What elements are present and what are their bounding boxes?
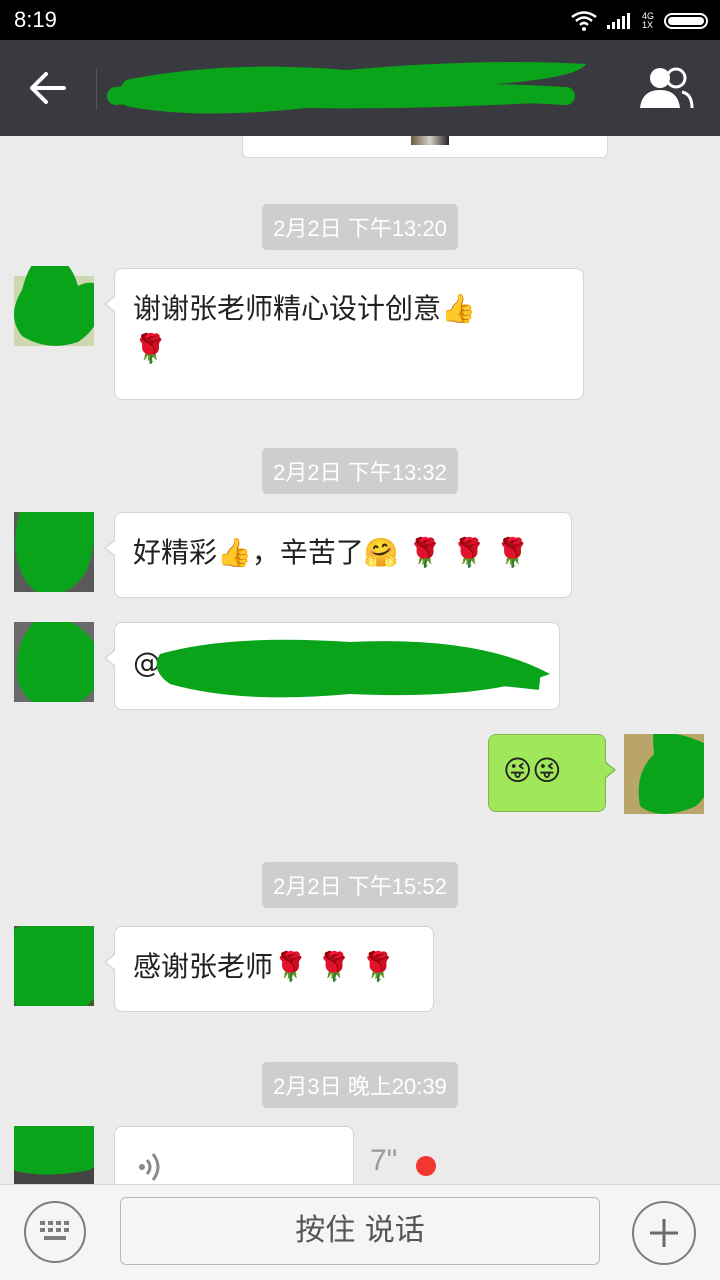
rose-icon: 🌹: [495, 536, 531, 569]
message-text: 好精彩: [133, 536, 218, 569]
avatar[interactable]: [14, 622, 94, 702]
plus-icon: [650, 1219, 678, 1247]
message-text-continued: ，辛苦了: [251, 536, 364, 569]
input-bar: 按住 说话: [0, 1184, 720, 1280]
message-timestamp: 2月2日 下午13:32: [0, 448, 720, 494]
voice-message-bubble[interactable]: [114, 1126, 354, 1184]
message-text: 谢谢张老师精心设计创意: [133, 292, 442, 325]
thumbs-up-icon: 👍: [441, 292, 476, 325]
unread-indicator: [416, 1156, 436, 1176]
thumbs-up-icon: 👍: [217, 536, 252, 569]
keyboard-button[interactable]: [24, 1201, 86, 1263]
title-redaction: [107, 62, 586, 114]
message-bubble-outgoing[interactable]: 😜😜: [488, 734, 616, 812]
back-arrow-icon[interactable]: [28, 70, 68, 106]
message-text: 感谢张老师: [133, 950, 274, 983]
keyboard-icon: [40, 1221, 69, 1240]
card-thumbnail: [411, 136, 449, 145]
my-avatar[interactable]: [624, 734, 704, 814]
chat-header: [0, 40, 720, 136]
message-bubble[interactable]: 谢谢张老师精心设计创意👍 🌹: [104, 268, 584, 400]
avatar[interactable]: [14, 512, 94, 592]
message-timestamp: 2月3日 晚上20:39: [0, 1062, 720, 1108]
header-divider: [96, 68, 97, 110]
rose-icon: 🌹: [407, 536, 443, 569]
message-bubble[interactable]: 感谢张老师🌹 🌹 🌹: [104, 926, 434, 1012]
battery-icon: [664, 13, 708, 29]
status-bar: 8:19 4G 1X: [0, 0, 720, 40]
rose-icon: 🌹: [133, 332, 168, 365]
message-list[interactable]: 2月2日 下午13:20 谢谢张老师精心设计创意👍 🌹 2月2日 下午13:32…: [0, 136, 720, 1184]
add-button[interactable]: [632, 1201, 696, 1265]
shared-card[interactable]: [242, 136, 608, 158]
voice-duration: 7": [370, 1144, 398, 1177]
message-timestamp: 2月2日 下午15:52: [0, 862, 720, 908]
status-time: 8:19: [14, 7, 57, 32]
status-icons: 4G 1X: [571, 10, 708, 32]
people-icon[interactable]: [638, 66, 694, 110]
network-type: 4G 1X: [641, 11, 654, 30]
rose-icon: 🌹: [360, 950, 396, 983]
signal-icon: [606, 13, 630, 29]
rose-icon: 🌹: [316, 950, 352, 983]
wink-tongue-icon: 😜: [503, 754, 533, 787]
rose-icon: 🌹: [451, 536, 487, 569]
voice-wave-icon: [139, 1153, 160, 1181]
wink-tongue-icon: 😜: [532, 754, 562, 787]
avatar[interactable]: [14, 266, 94, 346]
hug-icon: 🤗: [363, 536, 399, 569]
avatar[interactable]: [14, 926, 94, 1006]
avatar[interactable]: [14, 1126, 94, 1184]
message-timestamp: 2月2日 下午13:20: [0, 204, 720, 250]
hold-to-talk-button[interactable]: 按住 说话: [120, 1197, 600, 1265]
message-bubble[interactable]: 好精彩👍，辛苦了🤗 🌹 🌹 🌹: [104, 512, 572, 598]
mention-redaction: [156, 639, 550, 698]
wifi-icon: [571, 11, 597, 31]
rose-icon: 🌹: [273, 950, 308, 983]
